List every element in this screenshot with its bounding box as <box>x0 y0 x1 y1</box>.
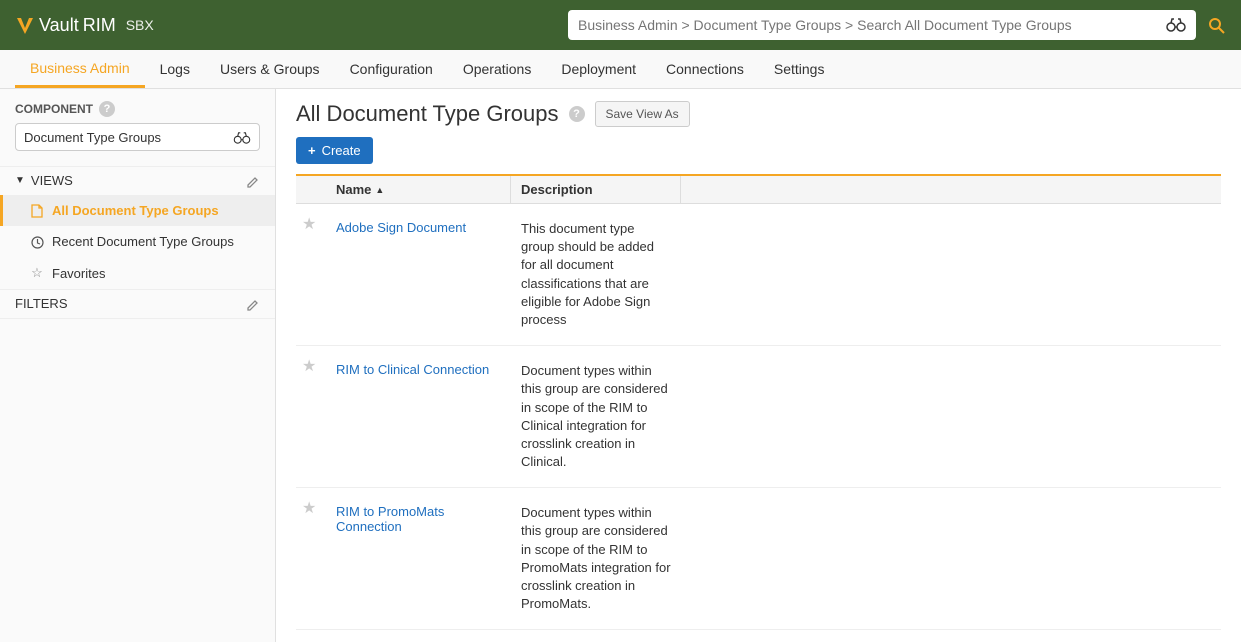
row-name-link[interactable]: Adobe Sign Document <box>336 220 466 235</box>
nav-logs[interactable]: Logs <box>145 50 205 88</box>
component-select[interactable]: Document Type Groups <box>15 123 260 151</box>
component-label-text: COMPONENT <box>15 102 93 116</box>
view-item-label: Favorites <box>52 266 105 281</box>
main-layout: COMPONENT ? Document Type Groups ▼ VIEWS… <box>0 89 1241 642</box>
column-name-header[interactable]: Name ▲ <box>326 176 511 203</box>
row-description: This document type group should be added… <box>511 214 681 335</box>
page-title: All Document Type Groups <box>296 101 559 127</box>
column-favorite <box>296 176 326 203</box>
nav-connections[interactable]: Connections <box>651 50 759 88</box>
favorite-toggle[interactable]: ★ <box>296 498 326 619</box>
edit-icon[interactable] <box>246 296 260 312</box>
nav-settings[interactable]: Settings <box>759 50 840 88</box>
create-button[interactable]: + Create <box>296 137 373 164</box>
plus-icon: + <box>308 143 316 158</box>
save-view-as-button[interactable]: Save View As <box>595 101 690 127</box>
clock-icon <box>30 234 44 249</box>
logo-text-rim: RIM <box>83 15 116 36</box>
binoculars-icon <box>233 130 251 145</box>
create-button-label: Create <box>322 143 361 158</box>
logo-v-icon <box>15 12 35 38</box>
filters-header[interactable]: FILTERS <box>0 289 275 319</box>
view-item-label: Recent Document Type Groups <box>52 234 234 249</box>
main-content: All Document Type Groups ? Save View As … <box>276 89 1241 642</box>
help-icon[interactable]: ? <box>99 101 115 117</box>
nav-business-admin[interactable]: Business Admin <box>15 50 145 88</box>
document-icon <box>30 203 44 219</box>
table-row: ★ RIM to PromoMats Connection Document t… <box>296 488 1221 630</box>
component-label: COMPONENT ? <box>0 101 275 123</box>
favorite-toggle[interactable]: ★ <box>296 214 326 335</box>
nav-users-groups[interactable]: Users & Groups <box>205 50 335 88</box>
nav-configuration[interactable]: Configuration <box>335 50 448 88</box>
views-header[interactable]: ▼ VIEWS <box>0 166 275 195</box>
row-name-link[interactable]: RIM to PromoMats Connection <box>336 504 444 534</box>
search-bar <box>568 10 1196 40</box>
star-icon: ☆ <box>30 265 44 281</box>
caret-down-icon: ▼ <box>15 175 25 186</box>
logo-text-vault: Vault <box>39 15 79 36</box>
edit-icon[interactable] <box>246 173 260 189</box>
table-row: ★ RIM to Clinical Connection Document ty… <box>296 346 1221 488</box>
app-logo[interactable]: Vault RIM SBX <box>15 12 154 38</box>
view-all-document-type-groups[interactable]: All Document Type Groups <box>0 195 275 227</box>
view-item-label: All Document Type Groups <box>52 203 219 218</box>
row-description: Document types within this group are con… <box>511 356 681 477</box>
table-header-row: Name ▲ Description <box>296 176 1221 204</box>
data-table: Name ▲ Description ★ Adobe Sign Document… <box>296 174 1221 630</box>
sort-ascending-icon: ▲ <box>375 185 384 195</box>
app-header: Vault RIM SBX <box>0 0 1241 50</box>
favorite-toggle[interactable]: ★ <box>296 356 326 477</box>
row-name-link[interactable]: RIM to Clinical Connection <box>336 362 489 377</box>
search-input[interactable] <box>578 17 1158 33</box>
component-select-value: Document Type Groups <box>24 130 161 145</box>
filters-label: FILTERS <box>15 296 68 311</box>
sidebar: COMPONENT ? Document Type Groups ▼ VIEWS… <box>0 89 276 642</box>
search-icon[interactable] <box>1208 15 1226 36</box>
view-recent-document-type-groups[interactable]: Recent Document Type Groups <box>0 226 275 257</box>
table-row: ★ Adobe Sign Document This document type… <box>296 204 1221 346</box>
column-description-header[interactable]: Description <box>511 176 681 203</box>
view-favorites[interactable]: ☆ Favorites <box>0 257 275 289</box>
page-title-row: All Document Type Groups ? Save View As <box>296 101 1221 127</box>
binoculars-icon[interactable] <box>1166 16 1186 34</box>
views-label: VIEWS <box>31 173 73 188</box>
column-name-label: Name <box>336 182 371 197</box>
logo-text-sbx: SBX <box>126 17 154 33</box>
help-icon[interactable]: ? <box>569 106 585 122</box>
nav-deployment[interactable]: Deployment <box>546 50 651 88</box>
row-description: Document types within this group are con… <box>511 498 681 619</box>
nav-operations[interactable]: Operations <box>448 50 546 88</box>
primary-nav: Business Admin Logs Users & Groups Confi… <box>0 50 1241 89</box>
